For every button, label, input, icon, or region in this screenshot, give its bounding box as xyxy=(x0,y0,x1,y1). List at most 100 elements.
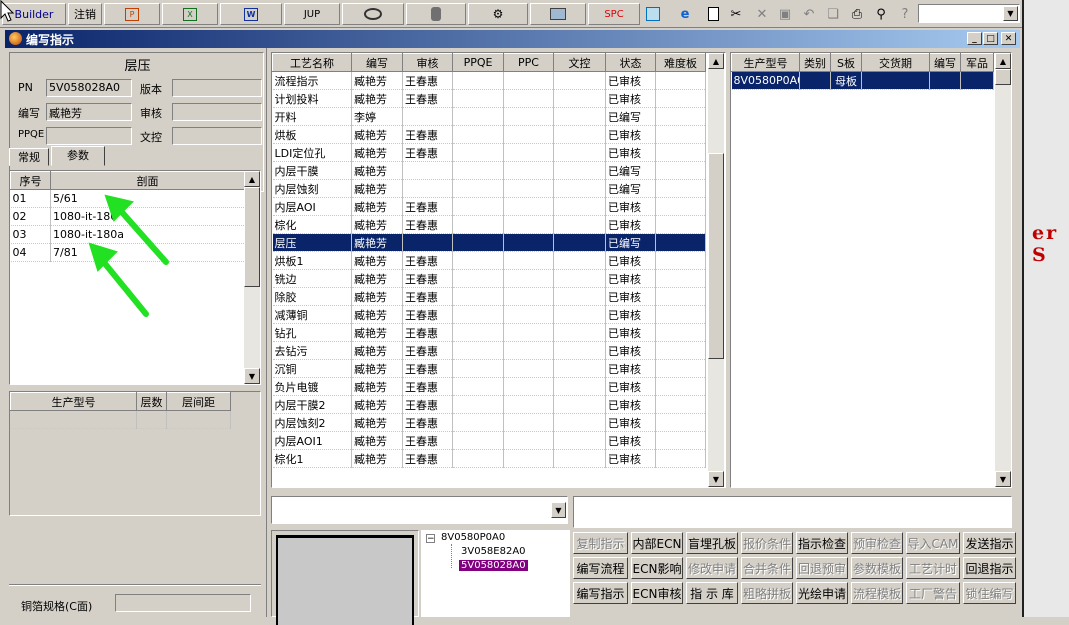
column-header[interactable]: 生产型号 xyxy=(10,392,137,411)
table-cell[interactable] xyxy=(655,395,706,414)
table-cell[interactable] xyxy=(452,179,504,198)
version-field[interactable] xyxy=(172,79,262,97)
column-header[interactable]: 军品 xyxy=(960,53,994,72)
table-cell[interactable]: 03 xyxy=(10,225,51,244)
action-button[interactable]: 工艺计时 xyxy=(906,557,960,579)
table-cell[interactable] xyxy=(503,449,554,468)
action-button[interactable]: 粗略拼板 xyxy=(741,582,793,604)
table-cell[interactable]: 已审核 xyxy=(605,413,656,432)
table-row[interactable]: 负片电镀 臧艳芳 王春惠 已审核 xyxy=(272,377,706,396)
table-cell[interactable] xyxy=(452,395,504,414)
database-button[interactable] xyxy=(406,3,466,25)
table-cell[interactable] xyxy=(503,251,554,270)
models-scrollbar[interactable]: ▲ ▼ xyxy=(995,53,1011,487)
table-cell[interactable]: 内层蚀刻2 xyxy=(272,413,352,432)
collapse-icon[interactable]: − xyxy=(426,534,435,544)
table-cell[interactable]: 已审核 xyxy=(605,341,656,360)
word-button[interactable]: W xyxy=(220,3,282,25)
action-button[interactable]: 编写流程 xyxy=(573,557,628,579)
bottom-dropdown[interactable]: ▼ xyxy=(271,496,568,524)
table-cell[interactable]: 开料 xyxy=(272,107,352,126)
table-cell[interactable] xyxy=(655,431,706,450)
table-cell[interactable] xyxy=(553,233,606,252)
table-cell[interactable]: 王春惠 xyxy=(402,449,453,468)
table-cell[interactable] xyxy=(503,215,554,234)
table-cell[interactable] xyxy=(553,161,606,180)
table-cell[interactable]: 已审核 xyxy=(605,449,656,468)
column-header[interactable]: 编写 xyxy=(351,53,403,72)
table-cell[interactable] xyxy=(553,197,606,216)
table-cell[interactable] xyxy=(553,413,606,432)
table-cell[interactable] xyxy=(655,161,706,180)
table-cell[interactable]: 04 xyxy=(10,243,51,262)
table-cell[interactable]: 已审核 xyxy=(605,143,656,162)
table-cell[interactable]: 内层干膜2 xyxy=(272,395,352,414)
table-cell[interactable] xyxy=(452,233,504,252)
table-cell[interactable] xyxy=(503,71,554,90)
table-cell[interactable] xyxy=(553,359,606,378)
table-cell[interactable]: 已审核 xyxy=(605,71,656,90)
scroll-up-icon[interactable]: ▲ xyxy=(995,53,1011,69)
table-cell[interactable] xyxy=(861,71,930,90)
scroll-up-icon[interactable]: ▲ xyxy=(244,171,260,187)
table-cell[interactable]: 减薄铜 xyxy=(272,305,352,324)
table-cell[interactable]: 王春惠 xyxy=(402,197,453,216)
table-cell[interactable]: 臧艳芳 xyxy=(351,341,403,360)
table-cell[interactable] xyxy=(553,71,606,90)
table-cell[interactable] xyxy=(553,395,606,414)
maximize-button[interactable]: □ xyxy=(983,32,998,45)
column-header[interactable]: 交货期 xyxy=(861,53,930,72)
table-cell[interactable] xyxy=(655,107,706,126)
table-cell[interactable] xyxy=(452,323,504,342)
table-cell[interactable] xyxy=(402,161,453,180)
toolbar-dropdown[interactable]: ▼ xyxy=(918,4,1020,23)
table-cell[interactable]: 去钻污 xyxy=(272,341,352,360)
column-header[interactable]: 文控 xyxy=(553,53,606,72)
table-cell[interactable]: 计划投料 xyxy=(272,89,352,108)
logout-button[interactable]: 注销 xyxy=(68,3,102,25)
action-button[interactable]: 预审检查 xyxy=(851,532,903,554)
table-cell[interactable] xyxy=(553,215,606,234)
table-cell[interactable] xyxy=(655,125,706,144)
table-cell[interactable]: 臧艳芳 xyxy=(351,125,403,144)
table-cell[interactable] xyxy=(553,269,606,288)
column-header[interactable]: 层数 xyxy=(136,392,167,411)
table-cell[interactable] xyxy=(503,413,554,432)
table-row[interactable]: 烘板 臧艳芳 王春惠 已审核 xyxy=(272,125,706,144)
table-cell[interactable]: 沉铜 xyxy=(272,359,352,378)
table-cell[interactable] xyxy=(553,107,606,126)
writer-field[interactable]: 臧艳芳 xyxy=(46,103,132,121)
table-cell[interactable] xyxy=(452,71,504,90)
column-header[interactable]: 层间距 xyxy=(166,392,231,411)
table-row[interactable]: 棕化1 臧艳芳 王春惠 已审核 xyxy=(272,449,706,468)
table-cell[interactable]: 已审核 xyxy=(605,323,656,342)
action-button[interactable]: 指 示 库 xyxy=(686,582,738,604)
action-button[interactable]: 编写指示 xyxy=(573,582,628,604)
table-cell[interactable] xyxy=(452,413,504,432)
table-cell[interactable] xyxy=(452,143,504,162)
ie-icon[interactable]: e xyxy=(674,3,696,25)
table-cell[interactable] xyxy=(553,449,606,468)
table-cell[interactable]: 已编写 xyxy=(605,161,656,180)
table-cell[interactable]: 臧艳芳 xyxy=(351,179,403,198)
action-button[interactable]: 导入CAM xyxy=(906,532,960,554)
table-row[interactable]: 烘板1 臧艳芳 王春惠 已审核 xyxy=(272,251,706,270)
table-cell[interactable]: 已审核 xyxy=(605,125,656,144)
table-row[interactable]: 去钻污 臧艳芳 王春惠 已审核 xyxy=(272,341,706,360)
column-header[interactable]: 编写 xyxy=(929,53,961,72)
table-cell[interactable] xyxy=(402,233,453,252)
action-button[interactable]: 修改申请 xyxy=(686,557,738,579)
scroll-up-icon[interactable]: ▲ xyxy=(708,53,724,69)
table-cell[interactable]: 层压 xyxy=(272,233,352,252)
table-cell[interactable] xyxy=(503,341,554,360)
tree-root[interactable]: 8V0580P0A0 xyxy=(441,532,505,543)
table-cell[interactable] xyxy=(503,377,554,396)
table-cell[interactable]: 已编写 xyxy=(605,179,656,198)
table-cell[interactable]: 王春惠 xyxy=(402,395,453,414)
table-cell[interactable] xyxy=(960,71,994,90)
column-header[interactable]: 类别 xyxy=(799,53,831,72)
table-cell[interactable] xyxy=(452,305,504,324)
new-file-icon[interactable] xyxy=(702,3,724,25)
table-cell[interactable]: 臧艳芳 xyxy=(351,269,403,288)
table-cell[interactable] xyxy=(503,89,554,108)
